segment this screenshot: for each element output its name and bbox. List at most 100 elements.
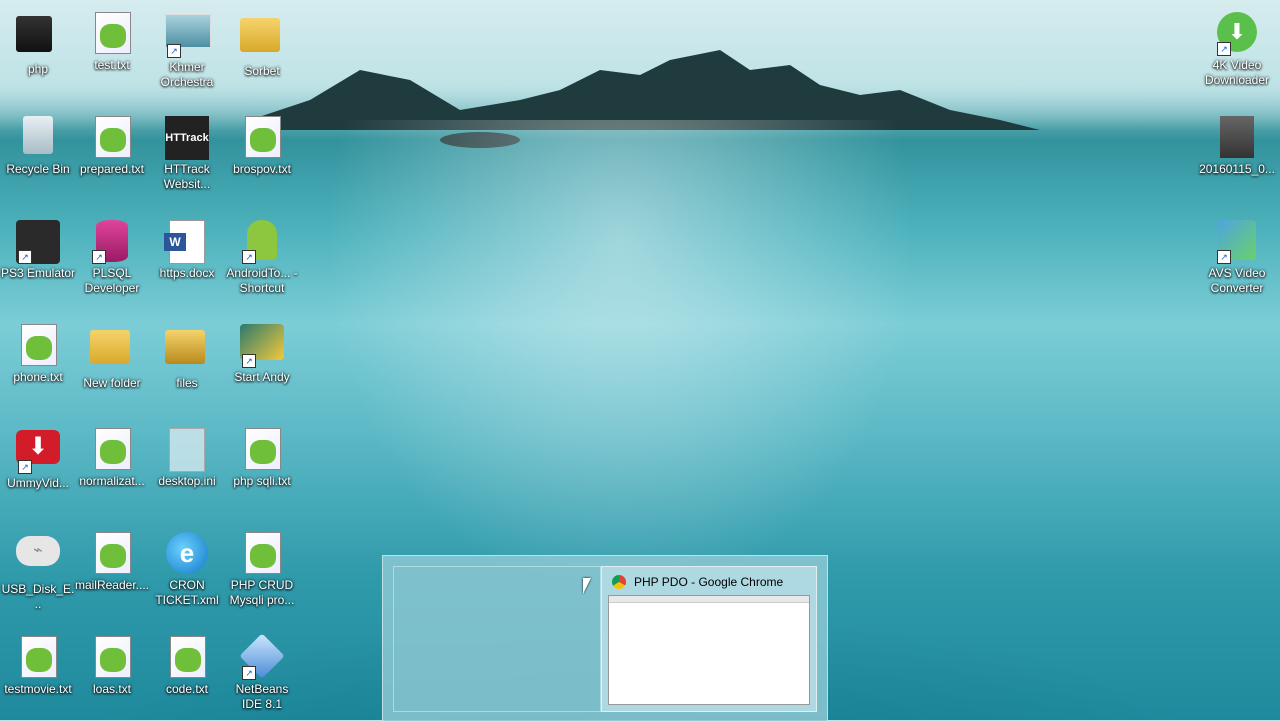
- icon-label: files: [176, 376, 198, 390]
- database-icon: ↗: [90, 220, 134, 264]
- icon-label: code.txt: [165, 682, 209, 696]
- folder-icon: [16, 16, 60, 60]
- text-file-icon: [16, 324, 60, 368]
- icon-label: php: [27, 62, 49, 76]
- desktop-icon-test-txt[interactable]: test.txt: [74, 8, 150, 73]
- desktop-icon-prepared-txt[interactable]: prepared.txt: [74, 112, 150, 177]
- thumbnail-title: PHP PDO - Google Chrome: [612, 575, 783, 589]
- text-file-icon: [240, 532, 284, 576]
- icon-label: 20160115_0...: [1199, 162, 1275, 176]
- avs-converter-icon: ↗: [1215, 220, 1259, 264]
- icon-label: UmmyVid...: [7, 476, 69, 490]
- httrack-icon: HTTrack: [165, 116, 209, 160]
- folder-icon: [240, 18, 284, 62]
- text-file-icon: [90, 636, 134, 680]
- desktop-icon-khmer-orchestra[interactable]: ↗ Khmer Orchestra: [149, 8, 225, 90]
- desktop-icon-ummyvid[interactable]: ⬇ ↗ UmmyVid...: [0, 424, 76, 491]
- thumbnail-content: [608, 595, 810, 705]
- desktop-icon-desktop-ini[interactable]: desktop.ini: [149, 424, 225, 489]
- icon-label: https.docx: [159, 266, 215, 280]
- text-file-icon: [165, 636, 209, 680]
- icon-label: AndroidTo... - Shortcut: [226, 266, 298, 295]
- netbeans-icon: ↗: [239, 633, 285, 680]
- icon-label: New folder: [83, 376, 141, 390]
- icon-label: test.txt: [94, 58, 130, 72]
- desktop-icon-https-docx[interactable]: W https.docx: [149, 216, 225, 281]
- desktop-icon-androidto-shortcut[interactable]: ↗ AndroidTo... - Shortcut: [224, 216, 300, 296]
- desktop-icon-start-andy[interactable]: ↗ Start Andy: [224, 320, 300, 385]
- desktop-icon-4k-video-downloader[interactable]: ⬇ ↗ 4K Video Downloader: [1199, 8, 1275, 88]
- window-thumbnail-chrome[interactable]: PHP PDO - Google Chrome: [601, 566, 817, 712]
- desktop-icon-code-txt[interactable]: code.txt: [149, 632, 225, 697]
- desktop-icon-httrack[interactable]: HTTrack HTTrack Websit...: [149, 112, 225, 192]
- icon-label: NetBeans IDE 8.1: [235, 682, 289, 711]
- desktop-icon-usb-disk[interactable]: ⌁ USB_Disk_E...: [0, 528, 76, 612]
- icon-label: Recycle Bin: [6, 162, 70, 176]
- icon-label: mailReader....: [74, 578, 150, 592]
- icon-label: Start Andy: [234, 370, 290, 384]
- folder-icon: [165, 330, 209, 374]
- desktop-icon-brospov-txt[interactable]: brospov.txt: [224, 112, 300, 177]
- andy-icon: ↗: [240, 324, 284, 368]
- desktop-icon-plsql-developer[interactable]: ↗ PLSQL Developer: [74, 216, 150, 296]
- icon-label: php sqli.txt: [233, 474, 291, 488]
- desktop-icon-mailreader[interactable]: mailReader....: [74, 528, 150, 593]
- usb-icon: ⌁: [16, 536, 60, 580]
- icon-label: USB_Disk_E...: [1, 582, 75, 611]
- icon-label: PLSQL Developer: [84, 266, 140, 295]
- desktop-icon-php[interactable]: php: [0, 8, 76, 77]
- desktop-icon-php-crud[interactable]: PHP CRUD Mysqli pro...: [224, 528, 300, 608]
- desktop-icon-normalizat[interactable]: normalizat...: [74, 424, 150, 489]
- icon-label: 4K Video Downloader: [1204, 58, 1270, 87]
- icon-label: brospov.txt: [233, 162, 291, 176]
- icon-label: Sorbet: [244, 64, 280, 78]
- desktop-icon-sorbet[interactable]: Sorbet: [224, 8, 300, 79]
- desktop-icon-recycle-bin[interactable]: Recycle Bin: [0, 112, 76, 177]
- window-thumbnail-empty[interactable]: [393, 566, 601, 712]
- internet-explorer-icon: e: [165, 532, 209, 576]
- desktop-icon-20160115[interactable]: 20160115_0...: [1199, 112, 1275, 177]
- icon-label: PS3 Emulator: [0, 266, 76, 280]
- text-file-icon: [90, 12, 134, 56]
- download-arrow-icon: ⬇ ↗: [16, 430, 60, 474]
- text-file-icon: [240, 116, 284, 160]
- text-file-icon: [90, 532, 134, 576]
- icon-label: PHP CRUD Mysqli pro...: [229, 578, 295, 607]
- desktop-icon-cron-ticket-xml[interactable]: e CRON TICKET.xml: [149, 528, 225, 608]
- folder-icon: [90, 330, 134, 374]
- icon-label: normalizat...: [79, 474, 145, 488]
- desktop-icon-netbeans[interactable]: ↗ NetBeans IDE 8.1: [224, 632, 300, 712]
- desktop-icon-phone-txt[interactable]: phone.txt: [0, 320, 76, 385]
- icon-label: phone.txt: [13, 370, 63, 384]
- icon-label: prepared.txt: [79, 162, 145, 176]
- video-file-icon: [1215, 116, 1259, 160]
- icon-label: CRON TICKET.xml: [155, 578, 219, 607]
- icon-label: Khmer Orchestra: [160, 60, 214, 89]
- thumbnail-title-text: PHP PDO - Google Chrome: [634, 575, 784, 589]
- settings-file-icon: [165, 428, 209, 472]
- icon-label: testmovie.txt: [4, 682, 72, 696]
- word-document-icon: W: [164, 220, 209, 264]
- desktop-icon-testmovie-txt[interactable]: testmovie.txt: [0, 632, 76, 697]
- desktop-icon-php-sqli-txt[interactable]: php sqli.txt: [224, 424, 300, 489]
- desktop-icon-files[interactable]: files: [149, 320, 225, 391]
- icon-label: desktop.ini: [158, 474, 216, 488]
- icon-label: loas.txt: [92, 682, 131, 696]
- taskbar-preview-panel: PHP PDO - Google Chrome: [382, 555, 828, 722]
- text-file-icon: [90, 428, 134, 472]
- desktop-icon-new-folder[interactable]: New folder: [74, 320, 150, 391]
- cloud-download-icon: ⬇ ↗: [1215, 12, 1259, 56]
- desktop-icon-avs-video-converter[interactable]: ↗ AVS Video Converter: [1199, 216, 1275, 296]
- ps3-emulator-icon: ↗: [16, 220, 60, 264]
- icon-label: HTTrack Websit...: [163, 162, 211, 191]
- desktop-icon-loas-txt[interactable]: loas.txt: [74, 632, 150, 697]
- image-file-icon: ↗: [165, 14, 211, 58]
- text-file-icon: [240, 428, 284, 472]
- text-file-icon: [16, 636, 60, 680]
- recycle-bin-icon: [16, 116, 60, 160]
- desktop-icon-ps3-emulator[interactable]: ↗ PS3 Emulator: [0, 216, 76, 281]
- android-icon: ↗: [240, 220, 284, 264]
- mouse-cursor-icon: [583, 578, 591, 594]
- icon-label: AVS Video Converter: [1208, 266, 1266, 295]
- text-file-icon: [90, 116, 134, 160]
